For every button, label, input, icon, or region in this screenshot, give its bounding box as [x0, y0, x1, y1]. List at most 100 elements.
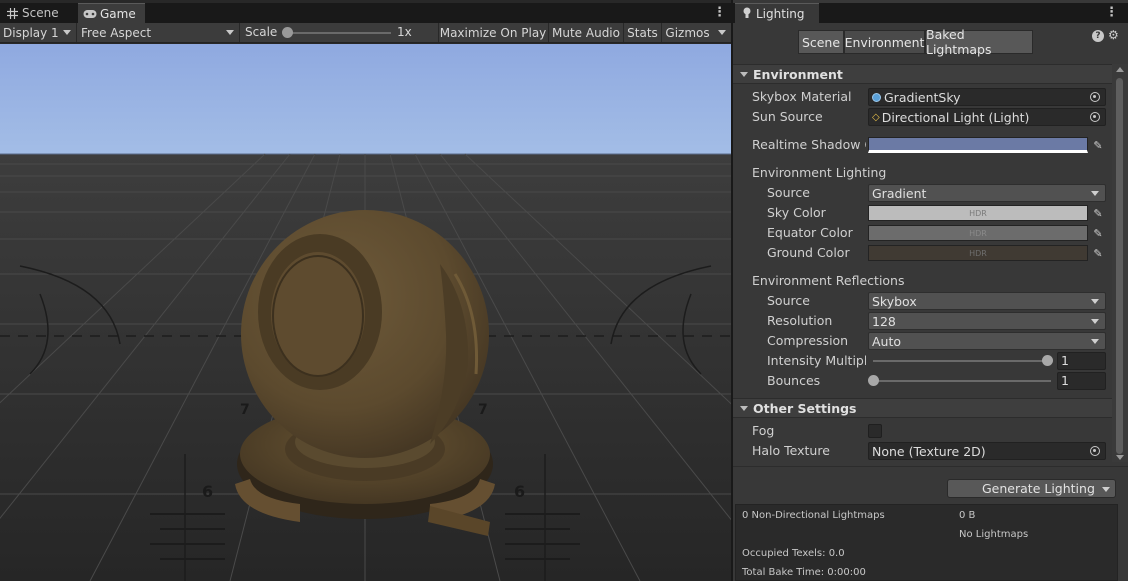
material-icon [872, 92, 881, 102]
skybox-material-value: GradientSky [884, 89, 961, 105]
display-dropdown[interactable]: Display 1 [0, 23, 77, 42]
eyedropper-icon[interactable]: ✎ [1090, 205, 1106, 221]
tab-environment[interactable]: Environment [844, 30, 925, 54]
equator-color-label: Equator Color [767, 225, 853, 240]
grid-number: 6 [202, 482, 213, 501]
fog-checkbox[interactable] [868, 424, 882, 438]
scroll-up-icon[interactable] [1116, 67, 1124, 72]
environment-section-title: Environment [753, 66, 843, 82]
grid-number: 7 [478, 402, 488, 418]
other-settings-section-header[interactable]: Other Settings [733, 398, 1112, 418]
lighting-window-tabbar: Lighting ⋮ [733, 3, 1128, 24]
halo-texture-value: None (Texture 2D) [872, 443, 986, 459]
scene-render: 7 7 6 6 [0, 44, 731, 581]
env-lighting-source-dropdown[interactable]: Gradient [868, 184, 1106, 202]
object-picker-icon[interactable] [1085, 89, 1105, 105]
chevron-down-icon [63, 30, 71, 35]
ground-color-label: Ground Color [767, 245, 850, 260]
object-picker-icon[interactable] [1085, 109, 1105, 125]
intensity-multiplier-label: Intensity Multiplie [767, 353, 866, 368]
tab-baked-lightmaps[interactable]: Baked Lightmaps [925, 27, 1033, 57]
hdr-label: HDR [969, 228, 987, 238]
material-preview-sphere [235, 210, 495, 536]
ground-color-swatch[interactable]: HDR [868, 245, 1088, 261]
eyedropper-icon[interactable]: ✎ [1090, 225, 1106, 241]
realtime-shadow-color-swatch[interactable] [868, 137, 1088, 153]
eyedropper-icon[interactable]: ✎ [1090, 137, 1106, 153]
chevron-down-icon[interactable] [1102, 487, 1110, 492]
tab-lighting-label: Lighting [756, 7, 805, 21]
bounces-slider-handle[interactable] [868, 375, 879, 386]
sun-source-label: Sun Source [752, 109, 823, 124]
game-window: Scene Game ⋮ Display 1 Free Aspect Scale… [0, 0, 731, 581]
no-lightmaps-text: No Lightmaps [959, 529, 1029, 540]
scroll-down-icon[interactable] [1116, 455, 1124, 460]
generate-lighting-label: Generate Lighting [982, 481, 1095, 496]
halo-texture-field[interactable]: None (Texture 2D) [868, 442, 1106, 460]
gear-icon[interactable]: ⚙ [1108, 29, 1121, 42]
display-dropdown-label: Display 1 [3, 25, 59, 40]
resolution-value: 128 [872, 313, 896, 329]
gamepad-icon [83, 7, 97, 21]
scale-slider-handle[interactable] [282, 27, 293, 38]
lightmaps-count: 0 Non-Directional Lightmaps [742, 510, 885, 521]
scale-slider-track[interactable] [287, 32, 391, 34]
bounces-label: Bounces [767, 373, 821, 388]
sky-color-swatch[interactable]: HDR [868, 205, 1088, 221]
resolution-label: Resolution [767, 313, 833, 328]
chevron-down-icon [226, 30, 234, 35]
sun-source-field[interactable]: ◇ Directional Light (Light) [868, 108, 1106, 126]
inspector-scrollbar[interactable] [1112, 64, 1128, 462]
game-toolbar: Display 1 Free Aspect Scale 1x Maximize … [0, 23, 731, 43]
generate-lighting-button[interactable]: Generate Lighting [947, 479, 1116, 498]
environment-section-header[interactable]: Environment [733, 64, 1112, 84]
game-viewport[interactable]: 7 7 6 6 [0, 44, 731, 581]
skybox-material-field[interactable]: GradientSky [868, 88, 1106, 106]
aspect-dropdown[interactable]: Free Aspect [78, 23, 240, 42]
equator-color-swatch[interactable]: HDR [868, 225, 1088, 241]
env-lighting-source-label: Source [767, 185, 810, 200]
tab-game[interactable]: Game [78, 3, 145, 23]
gizmos-dropdown-button[interactable] [714, 23, 731, 42]
reflections-source-dropdown[interactable]: Skybox [868, 292, 1106, 310]
eyedropper-icon[interactable]: ✎ [1090, 245, 1106, 261]
maximize-on-play-button[interactable]: Maximize On Play [438, 23, 547, 42]
other-settings-section-title: Other Settings [753, 400, 857, 416]
chevron-down-icon [718, 30, 726, 35]
help-icon[interactable]: ? [1092, 30, 1104, 42]
reflections-source-value: Skybox [872, 293, 917, 309]
more-options-icon[interactable]: ⋮ [1105, 5, 1118, 21]
gizmos-button[interactable]: Gizmos [661, 23, 713, 42]
bounces-slider-track[interactable] [873, 380, 1051, 382]
object-picker-icon[interactable] [1085, 443, 1105, 459]
resolution-dropdown[interactable]: 128 [868, 312, 1106, 330]
tab-scene-label: Scene [22, 6, 59, 20]
intensity-slider-track[interactable] [873, 360, 1047, 362]
tab-scene-lighting[interactable]: Scene [798, 30, 844, 54]
tab-lighting[interactable]: Lighting [735, 3, 819, 24]
scale-label: Scale [245, 25, 278, 39]
total-bake-time: Total Bake Time: 0:00:00 [742, 567, 866, 578]
hdr-label: HDR [969, 248, 987, 258]
more-options-icon[interactable]: ⋮ [713, 5, 726, 21]
scrollbar-thumb[interactable] [1116, 78, 1123, 454]
compression-dropdown[interactable]: Auto [868, 332, 1106, 350]
intensity-multiplier-input[interactable]: 1 [1057, 352, 1106, 370]
fog-label: Fog [752, 423, 775, 438]
intensity-slider-handle[interactable] [1042, 355, 1053, 366]
sun-source-value: Directional Light (Light) [881, 109, 1030, 125]
grid-number: 6 [514, 482, 525, 501]
mute-audio-button[interactable]: Mute Audio [548, 23, 623, 42]
environment-reflections-header: Environment Reflections [752, 273, 905, 288]
env-lighting-source-value: Gradient [872, 185, 927, 201]
lightbulb-icon [743, 7, 751, 22]
tab-scene[interactable]: Scene [0, 3, 77, 23]
chevron-down-icon [1091, 319, 1099, 324]
lighting-inspector: Environment Skybox Material Gradient Sky … [733, 64, 1112, 462]
lighting-window: Lighting ⋮ Scene Environment Baked Light… [733, 0, 1128, 581]
bounces-input[interactable]: 1 [1057, 372, 1106, 390]
compression-value: Auto [872, 333, 902, 349]
foldout-arrow-icon [740, 406, 748, 411]
stats-button[interactable]: Stats [623, 23, 661, 42]
reflections-source-label: Source [767, 293, 810, 308]
